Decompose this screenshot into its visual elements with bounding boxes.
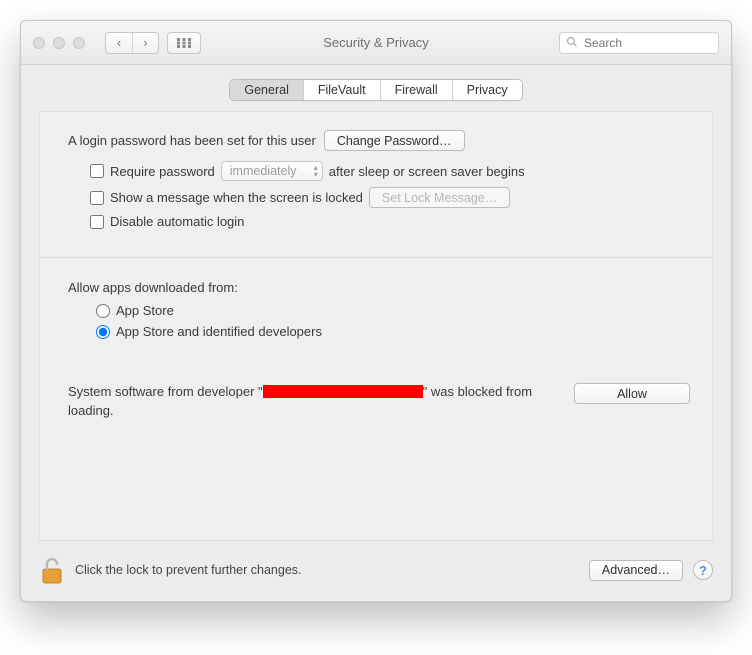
window-title: Security & Privacy (323, 35, 428, 50)
unlocked-lock-icon (39, 555, 65, 585)
prefs-window: ‹ › Security & Privacy (20, 20, 732, 602)
toolbar-nav: ‹ › (105, 32, 201, 54)
search-input[interactable] (559, 32, 719, 54)
tab-filevault[interactable]: FileVault (303, 80, 380, 100)
allow-button[interactable]: Allow (574, 383, 690, 404)
require-password-label-pre: Require password (110, 164, 215, 179)
allow-apps-appstore-label: App Store (116, 303, 174, 318)
blocked-software-text: System software from developer "" was bl… (68, 383, 550, 421)
tab-firewall[interactable]: Firewall (380, 80, 452, 100)
require-password-row: Require password immediately ▴▾ after sl… (90, 161, 690, 181)
general-panel: A login password has been set for this u… (39, 111, 713, 541)
close-window-button[interactable] (33, 37, 45, 49)
set-lock-message-button[interactable]: Set Lock Message… (369, 187, 510, 208)
search-field-wrap (559, 32, 719, 54)
allow-apps-section: Allow apps downloaded from: App Store Ap… (62, 276, 690, 421)
login-password-text: A login password has been set for this u… (68, 133, 316, 148)
tabs: General FileVault Firewall Privacy (229, 79, 522, 101)
blocked-software-row: System software from developer "" was bl… (68, 383, 690, 421)
zoom-window-button[interactable] (73, 37, 85, 49)
login-password-row: A login password has been set for this u… (62, 130, 690, 151)
require-password-label-post: after sleep or screen saver begins (329, 164, 525, 179)
disable-auto-login-checkbox[interactable] (90, 215, 104, 229)
require-password-delay-popup[interactable]: immediately ▴▾ (221, 161, 323, 181)
allow-apps-appstore-radio[interactable] (96, 304, 110, 318)
titlebar: ‹ › Security & Privacy (21, 21, 731, 65)
blocked-prefix: System software from developer " (68, 384, 263, 399)
show-lock-message-label: Show a message when the screen is locked (110, 190, 363, 205)
search-icon (566, 36, 578, 51)
footer: Click the lock to prevent further change… (21, 541, 731, 601)
help-button[interactable]: ? (693, 560, 713, 580)
window-controls (33, 37, 85, 49)
password-options: Require password immediately ▴▾ after sl… (62, 161, 690, 229)
nav-back-forward: ‹ › (105, 32, 159, 54)
tab-privacy[interactable]: Privacy (452, 80, 522, 100)
show-lock-message-checkbox[interactable] (90, 191, 104, 205)
require-password-delay-value: immediately (230, 164, 297, 178)
show-all-button[interactable] (167, 32, 201, 54)
show-lock-message-row: Show a message when the screen is locked… (90, 187, 690, 208)
back-button[interactable]: ‹ (106, 33, 132, 53)
divider (40, 257, 712, 258)
grid-icon (177, 38, 191, 48)
disable-auto-login-label: Disable automatic login (110, 214, 244, 229)
forward-button[interactable]: › (132, 33, 158, 53)
allow-apps-identified-radio[interactable] (96, 325, 110, 339)
developer-name-redacted (263, 385, 423, 398)
minimize-window-button[interactable] (53, 37, 65, 49)
disable-auto-login-row: Disable automatic login (90, 214, 690, 229)
allow-apps-appstore-row: App Store (96, 303, 690, 318)
tab-general[interactable]: General (230, 80, 302, 100)
lock-text: Click the lock to prevent further change… (75, 563, 579, 577)
allow-apps-identified-row: App Store and identified developers (96, 324, 690, 339)
allow-apps-heading: Allow apps downloaded from: (68, 280, 690, 295)
lock-button[interactable] (39, 555, 65, 585)
allow-apps-identified-label: App Store and identified developers (116, 324, 322, 339)
require-password-checkbox[interactable] (90, 164, 104, 178)
tabs-row: General FileVault Firewall Privacy (21, 65, 731, 111)
advanced-button[interactable]: Advanced… (589, 560, 683, 581)
allow-apps-radios: App Store App Store and identified devel… (68, 303, 690, 339)
change-password-button[interactable]: Change Password… (324, 130, 465, 151)
chevron-updown-icon: ▴▾ (314, 164, 318, 178)
